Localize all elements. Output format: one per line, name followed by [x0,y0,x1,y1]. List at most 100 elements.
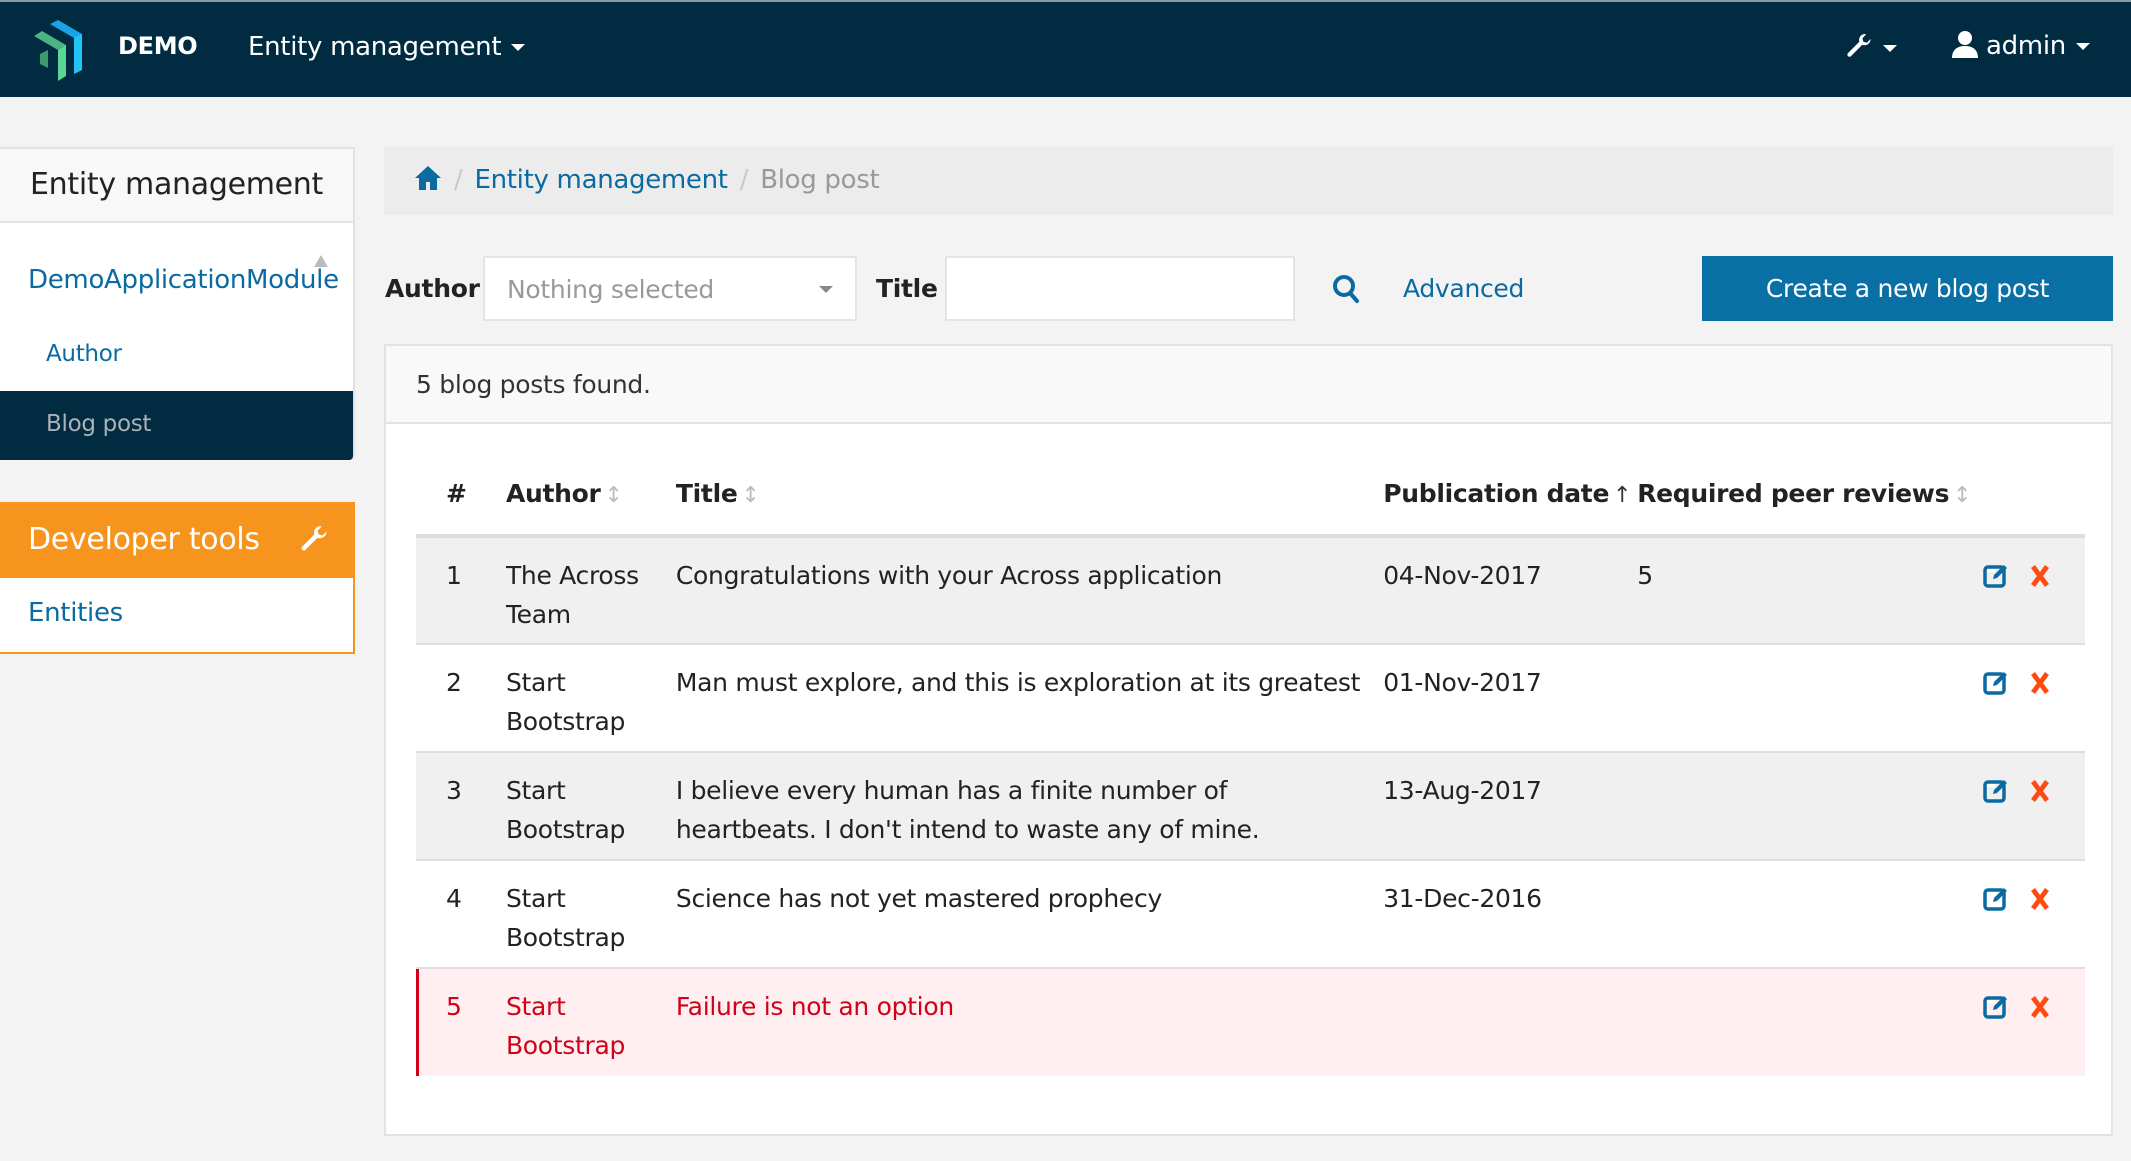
entity-management-sidebar: Entity management DemoApplicationModule … [0,147,355,460]
title-filter-input[interactable] [945,256,1295,321]
table-row[interactable]: 4 Start Bootstrap Science has not yet ma… [416,860,2085,969]
caret-down-icon [819,286,833,293]
breadcrumb: / Entity management / Blog post [384,147,2113,215]
cell-publication-date [1383,968,1638,1076]
tools-menu[interactable] [1845,32,1897,63]
column-header-actions [1971,466,2085,538]
author-filter-placeholder: Nothing selected [507,275,714,304]
developer-tools-header: Developer tools [0,504,353,578]
cell-required-peer-reviews [1637,752,1972,861]
column-header-title[interactable]: Title ↕ [675,466,1384,538]
cell-publication-date: 04-Nov-2017 [1383,536,1638,645]
cell-required-peer-reviews: 5 [1637,536,1972,645]
edit-icon[interactable] [1983,775,2009,814]
table-row[interactable]: 5 Start Bootstrap Failure is not an opti… [416,968,2085,1076]
title-filter-label: Title [876,274,938,303]
edit-icon[interactable] [1983,883,2009,922]
create-blog-post-button[interactable]: Create a new blog post [1702,256,2113,321]
cell-publication-date: 01-Nov-2017 [1383,644,1638,753]
breadcrumb-blog-post: Blog post [760,165,880,195]
cell-number: 4 [416,860,506,969]
sidebar-title: Entity management [0,149,353,223]
cell-title: Science has not yet mastered prophecy [675,860,1384,969]
cell-number: 3 [416,752,506,861]
cell-number: 1 [416,536,506,645]
cell-required-peer-reviews [1637,644,1972,753]
search-icon[interactable] [1332,274,1360,304]
sort-both-icon: ↕ [1953,482,1972,508]
cell-publication-date: 13-Aug-2017 [1383,752,1638,861]
cell-title: Man must explore, and this is exploratio… [675,644,1384,753]
user-name: admin [1985,31,2066,61]
caret-down-icon [2075,43,2090,50]
author-filter-label: Author [385,274,480,303]
sort-both-icon: ↕ [741,482,760,508]
cell-author: Start Bootstrap [505,644,676,753]
delete-icon[interactable] [2029,883,2051,922]
blog-post-table: # Author ↕ Title ↕ Publication date ↑ Requi… [416,466,2085,1076]
results-summary: 5 blog posts found. [386,346,2111,424]
top-navbar: DEMO Entity management admin [0,0,2131,97]
breadcrumb-separator: / [739,165,749,195]
cell-title: Failure is not an option [675,968,1384,1076]
table-row[interactable]: 3 Start Bootstrap I believe every human … [416,752,2085,861]
collapse-up-icon[interactable] [314,255,328,267]
sidebar-item-entities[interactable]: Entities [0,578,353,628]
delete-icon[interactable] [2029,667,2051,706]
column-header-publication-date-label: Publication date [1383,478,1610,508]
breadcrumb-entity-management[interactable]: Entity management [474,165,728,195]
cell-author: Start Bootstrap [505,752,676,861]
breadcrumb-separator: / [454,165,463,195]
column-header-title-label: Title [675,478,738,508]
developer-tools-title: Developer tools [28,522,260,557]
sidebar-item-author[interactable]: Author [46,341,122,367]
cell-required-peer-reviews [1637,968,1972,1076]
sort-ascending-icon: ↑ [1613,482,1632,508]
cell-actions [1971,536,2085,645]
home-icon[interactable] [414,165,442,191]
cell-actions [1971,860,2085,969]
author-filter-select[interactable]: Nothing selected [483,256,857,321]
cell-author: Start Bootstrap [505,860,676,969]
edit-icon[interactable] [1983,667,2009,706]
delete-icon[interactable] [2029,991,2051,1030]
cell-author: Start Bootstrap [505,968,676,1076]
wrench-icon [1847,34,1871,57]
entity-management-menu-label: Entity management [248,32,502,62]
user-menu[interactable]: admin [1952,30,2090,61]
column-header-author[interactable]: Author ↕ [505,466,676,538]
wrench-icon [301,526,327,551]
table-row[interactable]: 2 Start Bootstrap Man must explore, and … [416,644,2085,753]
sidebar-item-blog-post[interactable]: Blog post [0,391,353,460]
sidebar-module-link[interactable]: DemoApplicationModule [28,265,339,295]
results-panel: 5 blog posts found. # Author ↕ Title ↕ Pub… [384,344,2113,1136]
column-header-author-label: Author [505,478,601,508]
cell-author: The Across Team [505,536,676,645]
app-logo-icon[interactable] [30,16,90,82]
caret-down-icon [511,44,526,51]
caret-down-icon [1883,45,1897,52]
edit-icon[interactable] [1983,991,2009,1030]
cell-publication-date: 31-Dec-2016 [1383,860,1638,969]
table-row[interactable]: 1 The Across Team Congratulations with y… [416,536,2085,645]
cell-title: Congratulations with your Across applica… [675,536,1384,645]
cell-number: 5 [416,968,506,1076]
user-icon [1952,31,1978,58]
cell-required-peer-reviews [1637,860,1972,969]
developer-tools-panel: Developer tools Entities [0,502,355,654]
advanced-search-link[interactable]: Advanced [1403,274,1524,303]
edit-icon[interactable] [1983,560,2009,599]
cell-actions [1971,968,2085,1076]
cell-title: I believe every human has a finite numbe… [675,752,1384,861]
sort-both-icon: ↕ [604,482,623,508]
column-header-publication-date[interactable]: Publication date ↑ [1383,466,1638,538]
delete-icon[interactable] [2029,775,2051,814]
brand-name[interactable]: DEMO [118,32,198,60]
column-header-number: # [416,466,506,538]
cell-number: 2 [416,644,506,753]
column-header-required-peer-reviews[interactable]: Required peer reviews ↕ [1637,466,1972,538]
delete-icon[interactable] [2029,560,2051,599]
column-header-required-peer-reviews-label: Required peer reviews [1637,478,1950,508]
cell-actions [1971,644,2085,753]
entity-management-menu[interactable]: Entity management [248,32,526,62]
